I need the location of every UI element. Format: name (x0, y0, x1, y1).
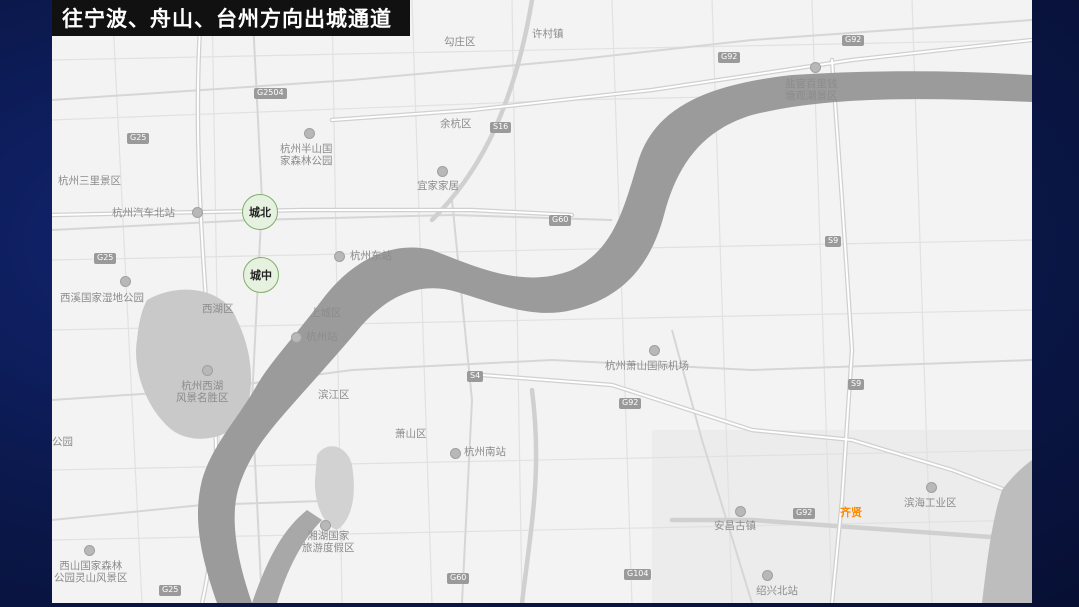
train-station-icon (762, 570, 773, 581)
road-badge: S16 (490, 122, 512, 133)
place-label: 余杭区 (440, 118, 472, 130)
place-label: 宜家家居 (417, 180, 459, 192)
place-label: 滨江区 (318, 389, 350, 401)
landmark-icon (735, 506, 746, 517)
road-badge: S4 (467, 371, 484, 382)
place-label: 杭州半山国 家森林公园 (280, 143, 333, 168)
marker-chengzhong[interactable]: 城中 (243, 257, 279, 293)
road-badge: G60 (447, 573, 470, 584)
place-label: 西溪国家湿地公园 (60, 292, 144, 304)
place-label: 西山国家森林 公园灵山风景区 (54, 560, 128, 585)
park-icon (84, 545, 95, 556)
page-title: 往宁波、舟山、台州方向出城通道 (62, 7, 392, 31)
place-label: 安昌古镇 (714, 520, 756, 532)
park-icon (120, 276, 131, 287)
road-badge: G104 (624, 569, 652, 580)
train-station-icon (291, 332, 302, 343)
place-label: 杭州三里景区 (58, 175, 121, 187)
store-icon (437, 166, 448, 177)
place-label: 杭州萧山国际机场 (605, 360, 689, 372)
highlight-qixian[interactable]: 齐贤 (840, 504, 862, 520)
road-badge: G92 (793, 508, 816, 519)
place-label: 萧山区 (395, 428, 427, 440)
road-badge: G60 (549, 215, 572, 226)
industrial-icon (926, 482, 937, 493)
map-canvas[interactable]: G2504 G25 G25 S16 G92 G92 G60 S9 S9 G92 … (52, 0, 1032, 603)
road-badge: G92 (619, 398, 642, 409)
marker-chengbei[interactable]: 城北 (242, 194, 278, 230)
road-badge: G25 (94, 253, 117, 264)
park-icon (202, 365, 213, 376)
place-label: 许村镇 (532, 28, 564, 40)
place-label: 绍兴北站 (756, 585, 798, 597)
place-label: 滨海工业区 (904, 497, 957, 509)
place-label: 杭州东站 (350, 250, 392, 262)
place-label: 杭州西湖 风景名胜区 (176, 380, 229, 405)
train-station-icon (450, 448, 461, 459)
place-label: 杭州南站 (464, 446, 506, 458)
road-badge: G92 (718, 52, 741, 63)
scenic-icon (810, 62, 821, 73)
place-label: 湘湖国家 旅游度假区 (302, 530, 355, 555)
road-badge: S9 (848, 379, 865, 390)
place-label: 盐官百里钱 塘观潮景区 (785, 78, 838, 103)
place-label: 西湖区 (202, 303, 234, 315)
road-badge: G25 (127, 133, 150, 144)
airport-icon (649, 345, 660, 356)
place-label: 公园 (52, 436, 73, 448)
place-label: 杭州站 (306, 331, 338, 343)
map-base-layer (52, 0, 1032, 603)
scenic-icon (320, 520, 331, 531)
road-badge: G92 (842, 35, 865, 46)
road-badge: S9 (825, 236, 842, 247)
place-label: 杭州汽车北站 (112, 207, 175, 219)
road-badge: G25 (159, 585, 182, 596)
bus-station-icon (192, 207, 203, 218)
park-icon (304, 128, 315, 139)
train-station-icon (334, 251, 345, 262)
place-label: 上城区 (310, 307, 342, 319)
road-badge: G2504 (254, 88, 287, 99)
title-bar: 往宁波、舟山、台州方向出城通道 (52, 0, 410, 36)
place-label: 勾庄区 (444, 36, 476, 48)
